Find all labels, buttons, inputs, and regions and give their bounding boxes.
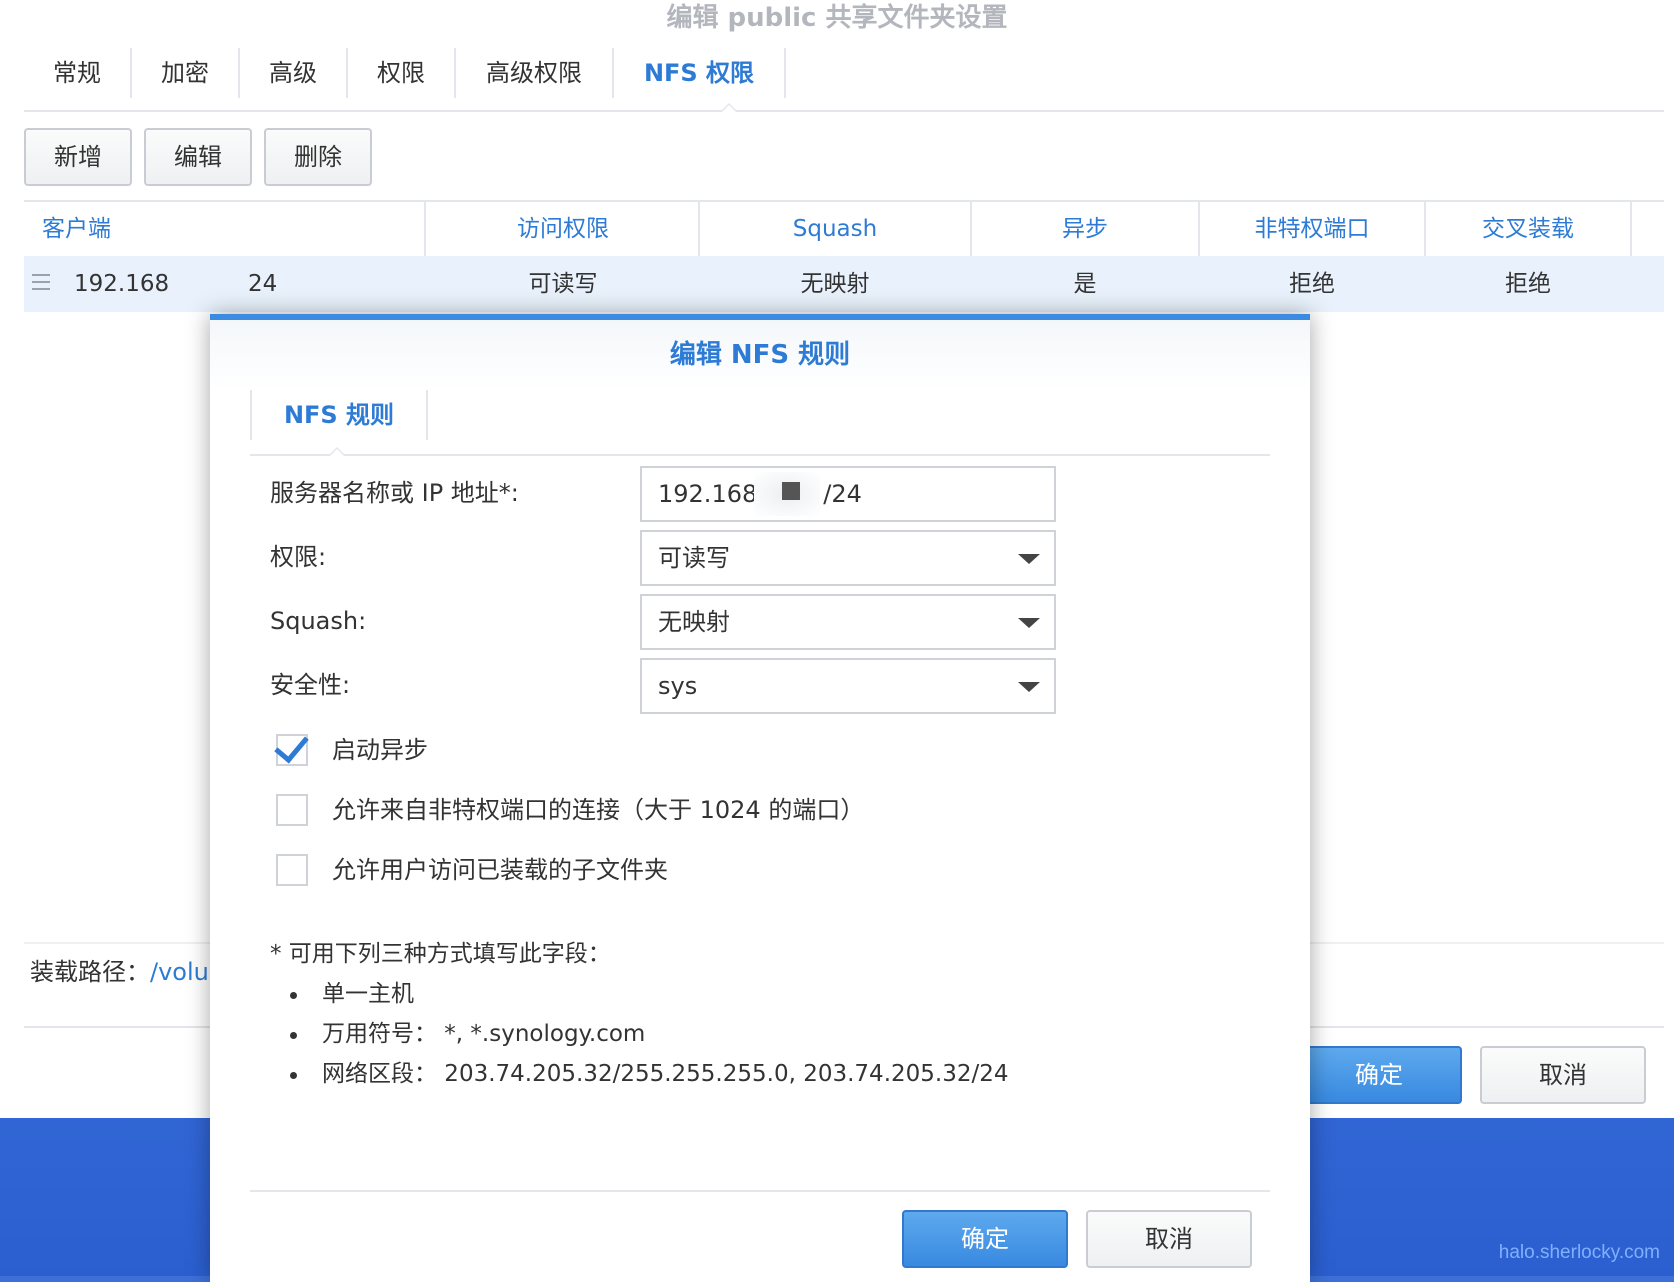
- squash-value: 无映射: [658, 608, 730, 636]
- column-header-crossmnt[interactable]: 交叉装载: [1426, 202, 1632, 256]
- checkmark-icon: [274, 727, 309, 764]
- mount-path: 装载路径：/volu: [30, 952, 209, 992]
- tab-advanced-permissions[interactable]: 高级权限: [456, 48, 614, 98]
- note-list: 单一主机 万用符号： *, *.synology.com 网络区段： 203.7…: [270, 974, 1009, 1094]
- redaction-mask: [754, 472, 820, 516]
- window-ok-button[interactable]: 确定: [1296, 1046, 1462, 1104]
- tab-nfs-rule[interactable]: NFS 规则: [250, 390, 428, 440]
- edit-nfs-rule-dialog: 编辑 NFS 规则 NFS 规则 服务器名称或 IP 地址*: 192.168/…: [210, 314, 1310, 1282]
- column-header-async[interactable]: 异步: [972, 202, 1200, 256]
- nfs-rules-table-header: 客户端 访问权限 Squash 异步 非特权端口 交叉装载: [24, 200, 1664, 258]
- subfolder-access-checkbox[interactable]: [276, 854, 308, 886]
- security-select[interactable]: sys: [640, 658, 1056, 714]
- dialog-title: 编辑 NFS 规则: [210, 320, 1310, 390]
- security-label: 安全性:: [270, 671, 351, 699]
- dropdown-arrow-icon: [1018, 682, 1040, 692]
- dialog-tabs: NFS 规则: [250, 390, 1270, 456]
- settings-tabs: 常规 加密 高级 权限 高级权限 NFS 权限: [24, 48, 1664, 112]
- privilege-label: 权限:: [270, 543, 327, 571]
- async-checkbox[interactable]: [274, 727, 309, 766]
- note-intro: * 可用下列三种方式填写此字段：: [270, 941, 611, 967]
- tab-advanced[interactable]: 高级: [240, 48, 348, 98]
- add-button[interactable]: 新增: [24, 128, 132, 186]
- column-header-access[interactable]: 访问权限: [428, 202, 700, 256]
- watermark: halo.sherlocky.com: [1498, 1242, 1660, 1263]
- drag-handle-icon[interactable]: [32, 274, 50, 290]
- window-title: 编辑 public 共享文件夹设置: [666, 3, 1008, 33]
- tab-general[interactable]: 常规: [24, 48, 132, 98]
- cell-squash: 无映射: [800, 271, 870, 297]
- host-format-note: * 可用下列三种方式填写此字段： 单一主机 万用符号： *, *.synolog…: [270, 934, 1009, 1094]
- dialog-cancel-button[interactable]: 取消: [1086, 1210, 1252, 1268]
- nonpriv-port-checkbox-label[interactable]: 允许来自非特权端口的连接（大于 1024 的端口）: [332, 793, 864, 827]
- tab-encryption[interactable]: 加密: [132, 48, 240, 98]
- dropdown-arrow-icon: [1018, 618, 1040, 628]
- cell-client-mask: 24: [248, 271, 278, 297]
- edit-button[interactable]: 编辑: [144, 128, 252, 186]
- cell-client-ip: 192.168: [74, 271, 170, 297]
- dropdown-arrow-icon: [1018, 554, 1040, 564]
- cell-crossmnt: 拒绝: [1505, 271, 1551, 297]
- mount-path-label: 装载路径：: [30, 958, 150, 986]
- active-tab-indicator: [328, 447, 346, 456]
- host-value-prefix: 192.168: [658, 480, 758, 508]
- async-checkbox-label[interactable]: 启动异步: [332, 733, 428, 767]
- squash-select[interactable]: 无映射: [640, 594, 1056, 650]
- privilege-value: 可读写: [658, 544, 730, 572]
- list-item: 网络区段： 203.74.205.32/255.255.255.0, 203.7…: [290, 1054, 1009, 1094]
- active-tab-indicator: [720, 103, 738, 112]
- nonpriv-port-checkbox[interactable]: [276, 794, 308, 826]
- cell-access: 可读写: [528, 271, 598, 297]
- dialog-ok-button[interactable]: 确定: [902, 1210, 1068, 1268]
- divider: [250, 1190, 1270, 1192]
- privilege-select[interactable]: 可读写: [640, 530, 1056, 586]
- host-input[interactable]: 192.168/24: [640, 466, 1056, 522]
- cell-async: 是: [1073, 271, 1097, 297]
- table-row[interactable]: 192.168 24 可读写 无映射 是 拒绝 拒绝: [24, 256, 1664, 312]
- host-label: 服务器名称或 IP 地址*:: [270, 479, 519, 507]
- mount-path-value: /volu: [150, 958, 209, 986]
- column-header-nonpriv-port[interactable]: 非特权端口: [1200, 202, 1426, 256]
- window-cancel-button[interactable]: 取消: [1480, 1046, 1646, 1104]
- list-item: 单一主机: [290, 974, 1009, 1014]
- host-value-suffix: /24: [823, 480, 862, 508]
- cell-nonpriv-port: 拒绝: [1289, 271, 1335, 297]
- delete-button[interactable]: 删除: [264, 128, 372, 186]
- list-item: 万用符号： *, *.synology.com: [290, 1014, 1009, 1054]
- tab-permissions[interactable]: 权限: [348, 48, 456, 98]
- squash-label: Squash:: [270, 607, 367, 635]
- column-header-squash[interactable]: Squash: [700, 202, 972, 256]
- tab-nfs-permissions[interactable]: NFS 权限: [614, 48, 786, 98]
- subfolder-access-checkbox-label[interactable]: 允许用户访问已装载的子文件夹: [332, 853, 668, 887]
- column-header-client[interactable]: 客户端: [24, 202, 426, 256]
- security-value: sys: [658, 672, 698, 700]
